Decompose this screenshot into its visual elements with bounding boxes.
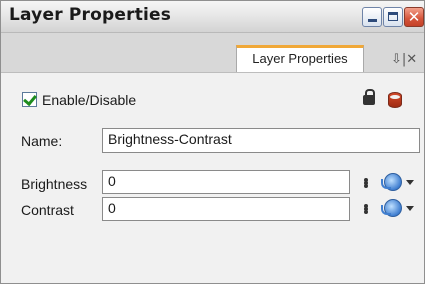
- name-field[interactable]: Brightness-Contrast: [102, 128, 420, 153]
- close-button[interactable]: ✕: [404, 7, 424, 27]
- maximize-button[interactable]: [383, 7, 403, 27]
- enable-label: Enable/Disable: [42, 92, 137, 108]
- contrast-label: Contrast: [21, 202, 74, 218]
- brightness-label: Brightness: [21, 176, 88, 192]
- tab-pin-close-controls[interactable]: ⇩|✕: [391, 52, 417, 67]
- brightness-field[interactable]: 0: [102, 170, 350, 194]
- tab-strip: Layer Properties ⇩|✕: [1, 33, 424, 73]
- brightness-dropdown-icon[interactable]: [406, 180, 414, 185]
- tab-layer-properties[interactable]: Layer Properties: [236, 45, 364, 72]
- brightness-stepper-icon[interactable]: [364, 178, 368, 188]
- contrast-dropdown-icon[interactable]: [406, 206, 414, 211]
- contrast-function-icon[interactable]: [381, 199, 402, 217]
- title-bar[interactable]: Layer Properties ✕: [1, 1, 424, 33]
- contrast-field[interactable]: 0: [102, 197, 350, 221]
- name-label: Name:: [21, 133, 63, 149]
- layer-color-icon[interactable]: [388, 92, 402, 108]
- minimize-button[interactable]: [362, 7, 382, 27]
- brightness-function-icon[interactable]: [381, 173, 402, 191]
- layer-properties-window: Layer Properties ✕ Layer Properties ⇩|✕ …: [0, 0, 425, 284]
- enable-checkbox[interactable]: [22, 92, 37, 107]
- window-title: Layer Properties: [9, 5, 172, 25]
- contrast-stepper-icon[interactable]: [364, 204, 368, 214]
- lock-icon[interactable]: [363, 89, 375, 105]
